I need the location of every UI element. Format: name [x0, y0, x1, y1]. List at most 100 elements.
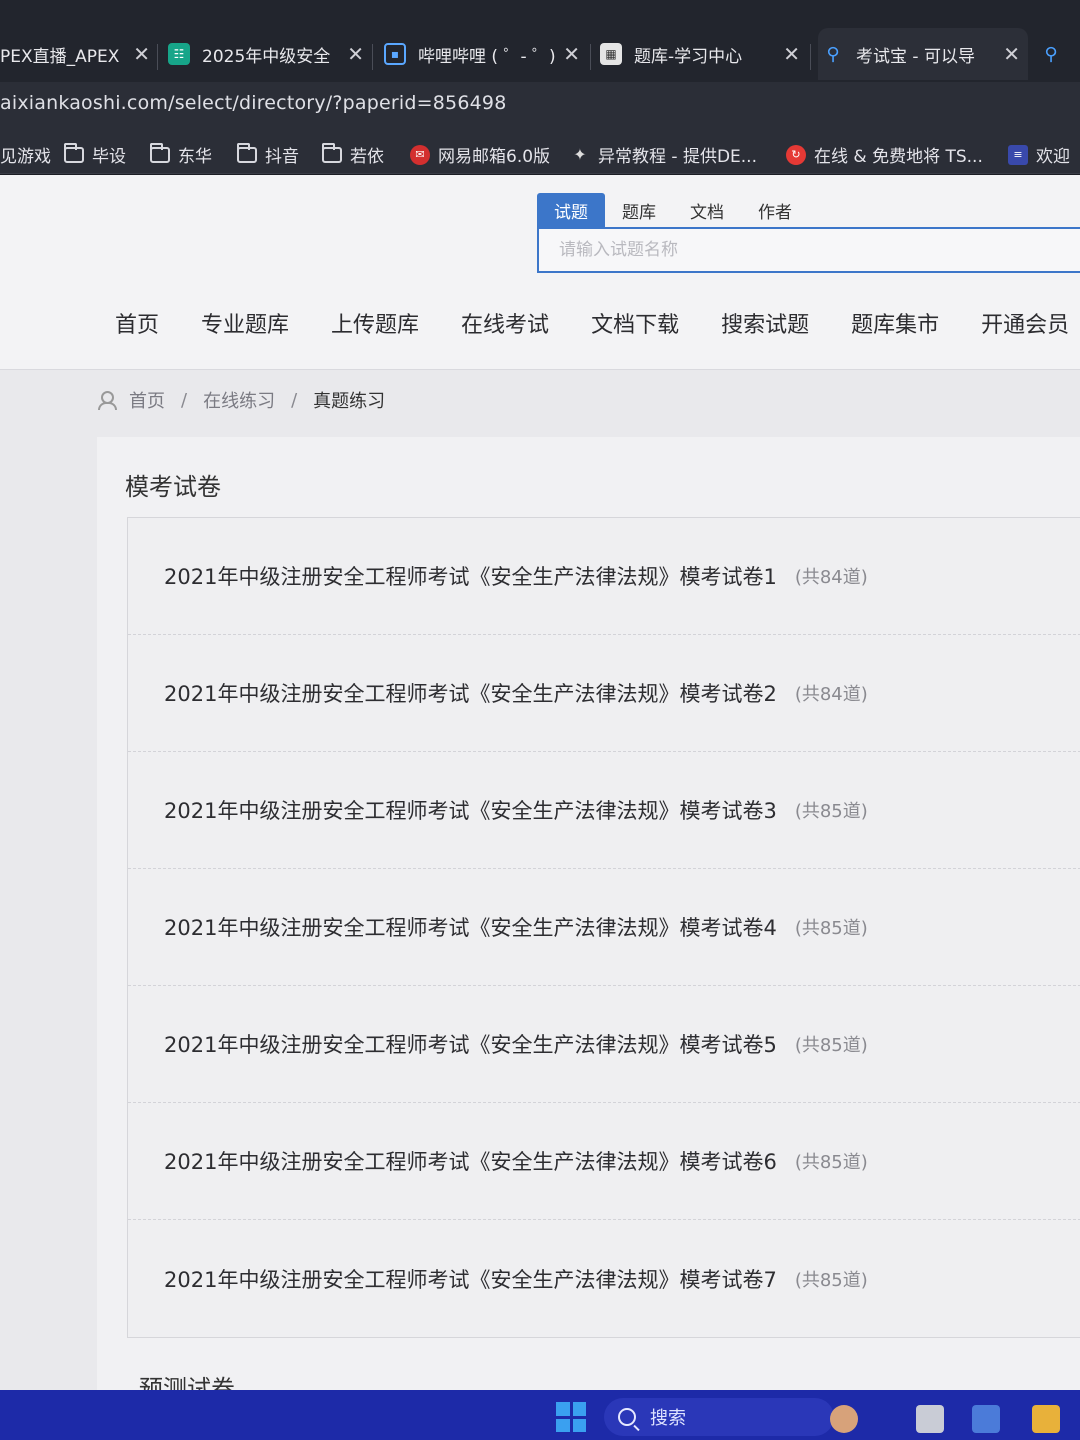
folder-icon: [150, 142, 170, 163]
folder-icon: [237, 142, 257, 163]
bookmark-folder-ruoyi[interactable]: 若依: [322, 142, 384, 167]
grid-favicon-icon: ▦: [600, 43, 622, 65]
tab-favicon-icon: ☷: [168, 43, 190, 65]
bookmark-exception-tutorial[interactable]: ✦ 异常教程 - 提供DE...: [570, 142, 757, 167]
taskbar-search-label: 搜索: [650, 1408, 686, 1429]
search-box: [537, 227, 1080, 273]
search-tab-docs[interactable]: 文档: [673, 193, 741, 227]
breadcrumb-online-practice[interactable]: 在线练习: [203, 387, 275, 413]
taskbar-search[interactable]: 搜索: [604, 1398, 834, 1436]
section-title: 模考试卷: [125, 473, 221, 501]
remote-desktop-icon[interactable]: [972, 1405, 1000, 1433]
paper-item[interactable]: 2021年中级注册安全工程师考试《安全生产法律法规》模考试卷5 (共85道): [128, 986, 1080, 1103]
close-icon[interactable]: ✕: [1003, 42, 1020, 66]
folder-icon: [322, 142, 342, 163]
url-text[interactable]: aixiankaoshi.com/select/directory/?paper…: [0, 92, 507, 114]
paper-title[interactable]: 2021年中级注册安全工程师考试《安全生产法律法规》模考试卷7: [164, 1264, 777, 1294]
paper-item[interactable]: 2021年中级注册安全工程师考试《安全生产法律法规》模考试卷3 (共85道): [128, 752, 1080, 869]
tab-title: 题库-学习中心: [634, 46, 743, 67]
browser-tab-bar: PEX直播_APEX ✕ ☷ 2025年中级安全 ✕ ▪ 哔哩哔哩 ( ゜- ゜…: [0, 0, 1080, 82]
bookmark-folder-bishe[interactable]: 毕设: [64, 142, 126, 167]
bookmark-label: 在线 & 免费地将 TS...: [814, 147, 983, 167]
paper-title[interactable]: 2021年中级注册安全工程师考试《安全生产法律法规》模考试卷1: [164, 561, 777, 591]
bookmark-netease-mail[interactable]: ✉ 网易邮箱6.0版: [410, 142, 550, 167]
bookmark-online-converter[interactable]: ↻ 在线 & 免费地将 TS...: [786, 142, 983, 167]
tab-title: PEX直播_APEX: [0, 46, 120, 67]
site-header: 试题 题库 文档 作者 首页 专业题库 上传题库 在线考试 文档下载 搜索试题 …: [0, 175, 1080, 370]
paper-item[interactable]: 2021年中级注册安全工程师考试《安全生产法律法规》模考试卷7 (共85道): [128, 1220, 1080, 1337]
nav-upload-bank[interactable]: 上传题库: [331, 307, 419, 339]
paper-title[interactable]: 2021年中级注册安全工程师考试《安全生产法律法规》模考试卷2: [164, 678, 777, 708]
breadcrumb-home[interactable]: 首页: [129, 387, 165, 413]
paper-title[interactable]: 2021年中级注册安全工程师考试《安全生产法律法规》模考试卷6: [164, 1146, 777, 1176]
browser-tab-apex[interactable]: PEX直播_APEX ✕: [0, 28, 150, 80]
bookmark-folder-douyin[interactable]: 抖音: [237, 142, 299, 167]
paper-count: (共85道): [794, 1269, 868, 1291]
paper-item[interactable]: 2021年中级注册安全工程师考试《安全生产法律法规》模考试卷2 (共84道): [128, 635, 1080, 752]
close-icon[interactable]: ✕: [133, 42, 150, 66]
nav-online-exam[interactable]: 在线考试: [461, 307, 549, 339]
file-explorer-icon[interactable]: [1032, 1405, 1060, 1433]
breadcrumb-separator: /: [181, 389, 188, 411]
bookmark-label: 异常教程 - 提供DE...: [598, 147, 757, 167]
bilibili-icon: ▪: [384, 43, 406, 65]
bookmark-label: 毕设: [92, 147, 126, 167]
paper-count: (共85道): [794, 1035, 868, 1056]
close-icon[interactable]: ✕: [563, 42, 580, 66]
tab-title: 哔哩哔哩 ( ゜- ゜): [418, 46, 556, 67]
welcome-icon: ≡: [1008, 144, 1028, 165]
close-icon[interactable]: ✕: [347, 42, 364, 66]
kaoshibao-icon: ⚲: [826, 43, 840, 65]
paper-item[interactable]: 2021年中级注册安全工程师考试《安全生产法律法规》模考试卷1 (共84道): [128, 518, 1080, 635]
converter-icon: ↻: [786, 144, 806, 165]
avatar-app-icon[interactable]: [830, 1405, 858, 1433]
bookmark-welcome[interactable]: ≡ 欢迎: [1008, 142, 1070, 167]
monitor-app-icon[interactable]: [916, 1405, 944, 1433]
paper-title[interactable]: 2021年中级注册安全工程师考试《安全生产法律法规》模考试卷4: [164, 912, 777, 942]
nav-home[interactable]: 首页: [115, 307, 159, 339]
search-tab-authors[interactable]: 作者: [741, 193, 809, 227]
nav-doc-download[interactable]: 文档下载: [591, 307, 679, 339]
user-icon: [97, 391, 117, 410]
search-icon: [618, 1408, 636, 1426]
breadcrumb-separator: /: [291, 389, 298, 411]
nav-pro-banks[interactable]: 专业题库: [201, 307, 289, 339]
breadcrumb-current: 真题练习: [313, 391, 386, 412]
bookmark-label: 东华: [178, 147, 212, 167]
browser-tab-safety-exam[interactable]: ☷ 2025年中级安全 ✕: [168, 28, 364, 80]
bookmark-label: 若依: [350, 147, 384, 167]
paper-title[interactable]: 2021年中级注册安全工程师考试《安全生产法律法规》模考试卷3: [164, 795, 777, 825]
search-tab-questions[interactable]: 试题: [537, 193, 605, 227]
kaoshibao-icon: ⚲: [1044, 43, 1058, 65]
bookmark-folder-donghua[interactable]: 东华: [150, 142, 212, 167]
search-type-tabs: 试题 题库 文档 作者: [537, 193, 809, 227]
bookmark-games[interactable]: 见游戏: [0, 142, 51, 167]
paper-item[interactable]: 2021年中级注册安全工程师考试《安全生产法律法规》模考试卷6 (共85道): [128, 1103, 1080, 1220]
exception-icon: ✦: [573, 145, 587, 164]
browser-tab-kaoshibao[interactable]: ⚲ 考试宝 - 可以导 ✕: [818, 28, 1028, 80]
browser-tab-bilibili[interactable]: ▪ 哔哩哔哩 ( ゜- ゜) ✕: [384, 28, 580, 80]
tab-title: 2025年中级安全: [202, 46, 331, 67]
nav-membership[interactable]: 开通会员: [981, 307, 1069, 339]
bookmark-label: 网易邮箱6.0版: [438, 147, 551, 167]
paper-card: 模考试卷 2021年中级注册安全工程师考试《安全生产法律法规》模考试卷1 (共8…: [97, 437, 1080, 1403]
nav-search-questions[interactable]: 搜索试题: [721, 307, 809, 339]
main-nav: 首页 专业题库 上传题库 在线考试 文档下载 搜索试题 题库集市 开通会员: [115, 307, 1080, 339]
paper-item[interactable]: 2021年中级注册安全工程师考试《安全生产法律法规》模考试卷4 (共85道): [128, 869, 1080, 986]
bookmark-label: 见游戏: [0, 147, 51, 167]
paper-count: (共84道): [794, 684, 868, 705]
browser-tab-question-bank[interactable]: ▦ 题库-学习中心 ✕: [600, 28, 800, 80]
search-input[interactable]: [539, 229, 1080, 271]
paper-count: (共85道): [794, 918, 868, 939]
browser-tab-new[interactable]: ⚲: [1040, 28, 1080, 80]
search-tab-banks[interactable]: 题库: [605, 193, 673, 227]
breadcrumb: 首页 / 在线练习 / 真题练习: [97, 387, 385, 413]
nav-bank-market[interactable]: 题库集市: [851, 307, 939, 339]
netease-mail-icon: ✉: [410, 144, 430, 165]
windows-start-icon[interactable]: [556, 1402, 586, 1432]
web-page: 试题 题库 文档 作者 首页 专业题库 上传题库 在线考试 文档下载 搜索试题 …: [0, 175, 1080, 1403]
bookmark-label: 抖音: [265, 147, 299, 167]
close-icon[interactable]: ✕: [783, 42, 800, 66]
paper-title[interactable]: 2021年中级注册安全工程师考试《安全生产法律法规》模考试卷5: [164, 1029, 777, 1059]
paper-list: 2021年中级注册安全工程师考试《安全生产法律法规》模考试卷1 (共84道) 2…: [127, 517, 1080, 1338]
